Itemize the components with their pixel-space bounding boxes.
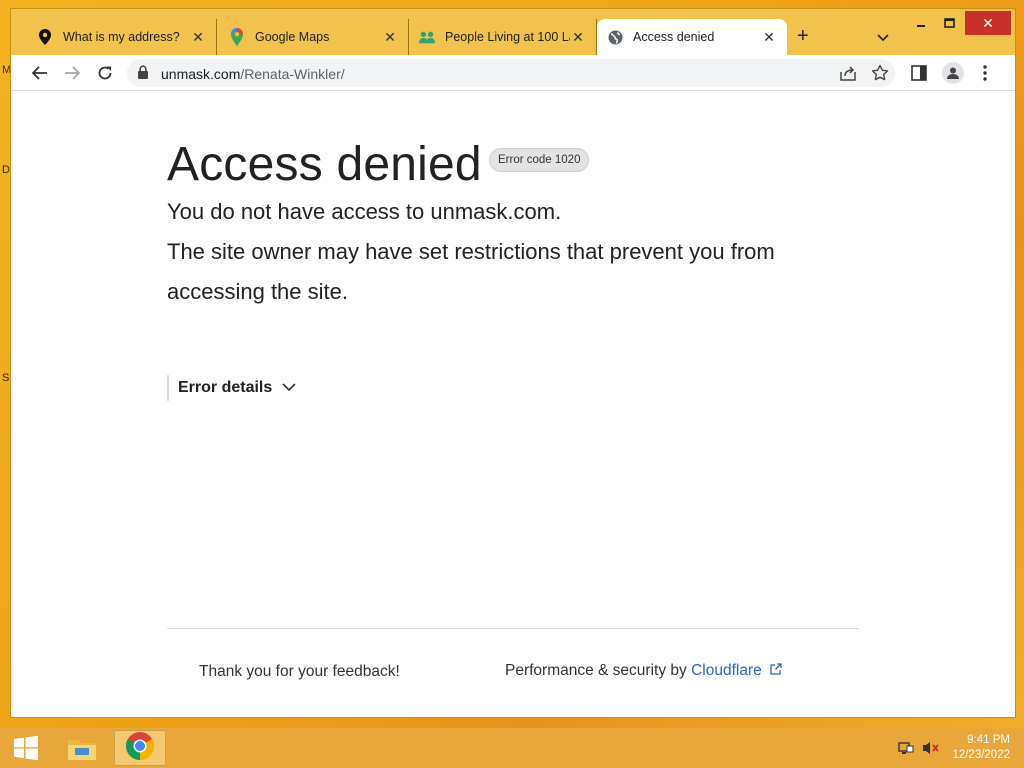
browser-window: What is my address? ✕ Google Maps ✕ Peop…: [10, 8, 1016, 718]
lock-icon[interactable]: [137, 65, 149, 84]
start-button[interactable]: [0, 730, 52, 766]
maximize-button[interactable]: [935, 11, 963, 35]
tab-search-chevron-icon[interactable]: [877, 29, 889, 47]
url-text[interactable]: unmask.com/Renata-Winkler/: [161, 66, 345, 82]
network-icon[interactable]: [898, 740, 914, 761]
file-explorer-icon[interactable]: [56, 730, 108, 766]
people-icon: [419, 29, 435, 45]
external-link-icon[interactable]: [766, 662, 782, 679]
taskbar: 9:41 PM 12/23/2022: [0, 728, 1024, 768]
error-code-badge: Error code 1020: [489, 148, 590, 172]
desktop-icon-label: D: [2, 164, 10, 176]
url-host: unmask.com: [161, 66, 241, 82]
address-bar[interactable]: unmask.com/Renata-Winkler/: [127, 59, 895, 87]
globe-icon: [607, 29, 623, 45]
performance-security-text: Performance & security by Cloudflare: [505, 662, 782, 680]
page-content: Access denied Error code 1020 You do not…: [11, 91, 1015, 717]
share-icon[interactable]: [839, 64, 857, 87]
restriction-message: The site owner may have set restrictions…: [167, 239, 775, 264]
volume-muted-icon[interactable]: [922, 740, 940, 761]
reload-icon[interactable]: [95, 63, 115, 83]
chevron-down-icon: [282, 379, 296, 397]
access-message: You do not have access to unmask.com.: [167, 199, 562, 224]
chrome-icon: [125, 731, 155, 766]
feedback-text: Thank you for your feedback!: [199, 663, 400, 680]
tab-label: Access denied: [633, 30, 715, 44]
close-tab-icon[interactable]: ✕: [761, 29, 777, 46]
restriction-message-continued: accessing the site.: [167, 279, 348, 304]
tab-label: Google Maps: [255, 30, 330, 44]
clock-time: 9:41 PM: [967, 734, 1010, 746]
clock-date: 12/23/2022: [952, 749, 1010, 761]
back-arrow-icon[interactable]: [30, 63, 50, 83]
perf-prefix: Performance & security by: [505, 662, 687, 679]
close-tab-icon[interactable]: ✕: [570, 29, 586, 46]
tab-strip: What is my address? ✕ Google Maps ✕ Peop…: [11, 9, 1015, 55]
tab-label: People Living at 100 La: [445, 30, 570, 44]
close-window-button[interactable]: ✕: [965, 11, 1011, 35]
cloudflare-link[interactable]: Cloudflare: [691, 662, 762, 679]
tab-google-maps[interactable]: Google Maps ✕: [219, 19, 409, 55]
system-clock[interactable]: 9:41 PM 12/23/2022: [952, 733, 1010, 763]
new-tab-button[interactable]: +: [797, 25, 809, 48]
side-panel-icon[interactable]: [909, 63, 929, 83]
close-tab-icon[interactable]: ✕: [190, 29, 206, 46]
error-details-label: Error details: [178, 379, 273, 396]
location-pin-icon: [37, 29, 53, 45]
chrome-taskbar-button[interactable]: [114, 730, 166, 766]
google-maps-icon: [229, 28, 245, 46]
forward-arrow-icon[interactable]: [62, 63, 82, 83]
page-title: Access denied: [167, 138, 482, 191]
bookmark-star-icon[interactable]: [871, 64, 889, 87]
minimize-button[interactable]: [907, 11, 935, 35]
error-details-toggle[interactable]: Error details: [167, 375, 296, 401]
browser-toolbar: unmask.com/Renata-Winkler/: [11, 55, 1015, 91]
profile-avatar-icon[interactable]: [942, 62, 964, 84]
tab-people-living[interactable]: People Living at 100 La ✕: [409, 19, 597, 55]
footer-divider: [167, 628, 859, 629]
tab-label: What is my address?: [63, 30, 180, 44]
desktop-icon-label: S: [2, 372, 10, 384]
tab-access-denied[interactable]: Access denied ✕: [597, 19, 787, 55]
tab-what-is-my-address[interactable]: What is my address? ✕: [27, 19, 217, 55]
browser-menu-icon[interactable]: [975, 63, 995, 83]
close-tab-icon[interactable]: ✕: [382, 29, 398, 46]
url-path: /Renata-Winkler/: [240, 66, 345, 82]
